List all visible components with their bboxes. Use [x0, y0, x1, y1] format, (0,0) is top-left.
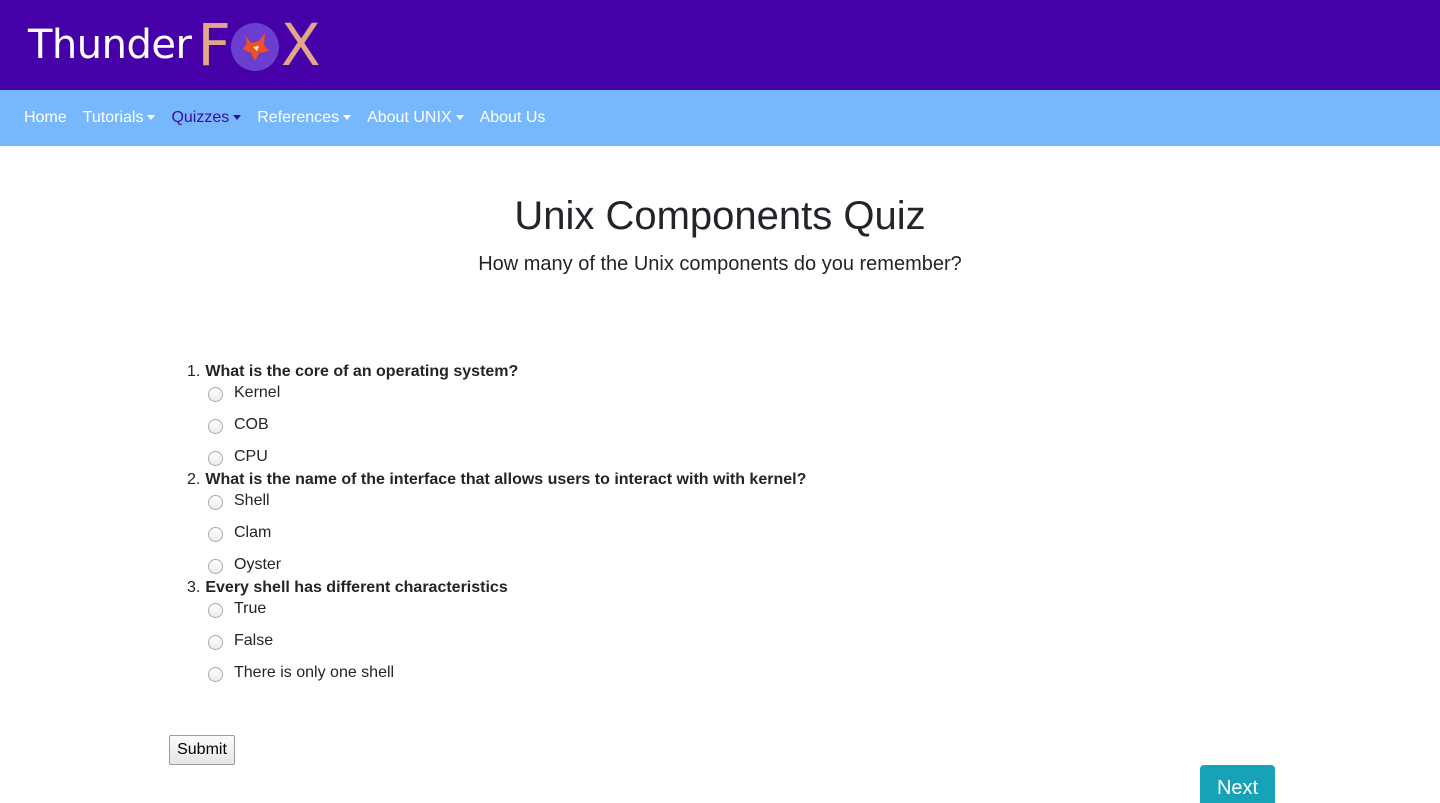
nav-about-us-label: About Us: [479, 109, 546, 126]
radio-button[interactable]: [208, 526, 223, 542]
caret-down-icon: [233, 114, 242, 120]
option-label: COB: [234, 416, 269, 433]
main-navbar: Home Tutorials Quizzes References About …: [0, 90, 1440, 146]
radio-button[interactable]: [208, 494, 223, 510]
nav-home[interactable]: Home: [16, 109, 75, 127]
option-label: Kernel: [234, 384, 281, 401]
nav-references[interactable]: References: [249, 109, 359, 127]
question-text: Every shell has different characteristic…: [205, 579, 508, 596]
nav-about-unix[interactable]: About UNIX: [359, 109, 471, 127]
caret-down-icon: [147, 114, 156, 120]
quiz-form: 1. What is the core of an operating syst…: [187, 361, 806, 689]
option-cob[interactable]: COB: [187, 409, 806, 441]
radio-button[interactable]: [208, 558, 223, 574]
top-header: Thunder F X: [0, 0, 1440, 90]
radio-button[interactable]: [208, 666, 223, 682]
question-number: 1.: [187, 363, 201, 380]
nav-tutorials-label: Tutorials: [82, 109, 144, 126]
option-label: True: [234, 600, 267, 617]
question-number: 3.: [187, 579, 201, 596]
radio-button[interactable]: [208, 418, 223, 434]
thunderfox-logo[interactable]: Thunder F X: [28, 12, 321, 78]
next-button-label: Next: [1216, 776, 1259, 799]
nav-references-label: References: [257, 109, 340, 126]
nav-quizzes-label: Quizzes: [171, 109, 230, 126]
option-label: Shell: [234, 492, 270, 509]
option-label: Oyster: [234, 556, 282, 573]
option-label: False: [234, 632, 274, 649]
option-label: CPU: [234, 448, 268, 465]
page-title: Unix Components Quiz: [514, 194, 926, 238]
radio-button[interactable]: [208, 602, 223, 618]
nav-quizzes[interactable]: Quizzes: [163, 109, 249, 127]
question-number: 2.: [187, 471, 201, 488]
fox-head-icon: [229, 19, 281, 71]
radio-button[interactable]: [208, 634, 223, 650]
logo-fox-word: F X: [197, 16, 320, 74]
question-text: What is the name of the interface that a…: [205, 471, 807, 488]
nav-about-us[interactable]: About Us: [472, 109, 554, 127]
logo-thunder-text: Thunder: [28, 22, 192, 68]
nav-home-label: Home: [24, 109, 67, 126]
submit-button[interactable]: Submit: [169, 735, 235, 765]
next-button[interactable]: Next: [1200, 765, 1275, 803]
nav-tutorials[interactable]: Tutorials: [75, 109, 164, 127]
option-label: Clam: [234, 524, 272, 541]
question-text: What is the core of an operating system?: [205, 363, 519, 380]
logo-fox-x: X: [280, 11, 321, 79]
logo-fox-f: F: [197, 11, 231, 79]
option-label: There is only one shell: [234, 664, 395, 681]
radio-button[interactable]: [208, 386, 223, 402]
page-subtitle: How many of the Unix components do you r…: [478, 253, 962, 275]
option-false[interactable]: False: [187, 625, 806, 657]
question-2: 2. What is the name of the interface tha…: [187, 469, 806, 493]
nav-about-unix-label: About UNIX: [367, 109, 452, 126]
caret-down-icon: [343, 114, 352, 120]
option-only-one-shell[interactable]: There is only one shell: [187, 657, 806, 689]
option-clam[interactable]: Clam: [187, 517, 806, 549]
caret-down-icon: [455, 114, 464, 120]
radio-button[interactable]: [208, 450, 223, 466]
